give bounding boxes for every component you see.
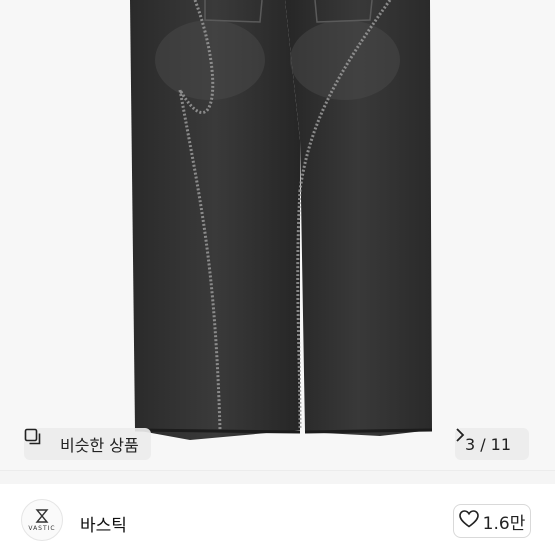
similar-items-label: 비슷한 상품: [60, 436, 139, 455]
jeans-illustration: [130, 0, 433, 440]
like-button[interactable]: 1.6만: [453, 504, 531, 538]
seller-row[interactable]: VASTIC 바스틱 1.6만: [0, 484, 555, 555]
product-image[interactable]: 비슷한 상품 3 / 11: [0, 0, 555, 470]
heart-outline-icon: [458, 509, 479, 533]
seller-name[interactable]: 바스틱: [80, 511, 127, 536]
vastic-logo-icon: [35, 508, 49, 523]
section-divider: [0, 470, 555, 484]
like-count: 1.6만: [482, 513, 526, 534]
image-counter-text: 3 / 11: [464, 434, 512, 454]
seller-avatar[interactable]: VASTIC: [21, 499, 63, 541]
image-counter[interactable]: 3 / 11: [455, 428, 529, 460]
similar-items-button[interactable]: 비슷한 상품: [24, 428, 151, 460]
similar-items-icon: [24, 428, 54, 453]
avatar-brand-text: VASTIC: [28, 524, 56, 532]
